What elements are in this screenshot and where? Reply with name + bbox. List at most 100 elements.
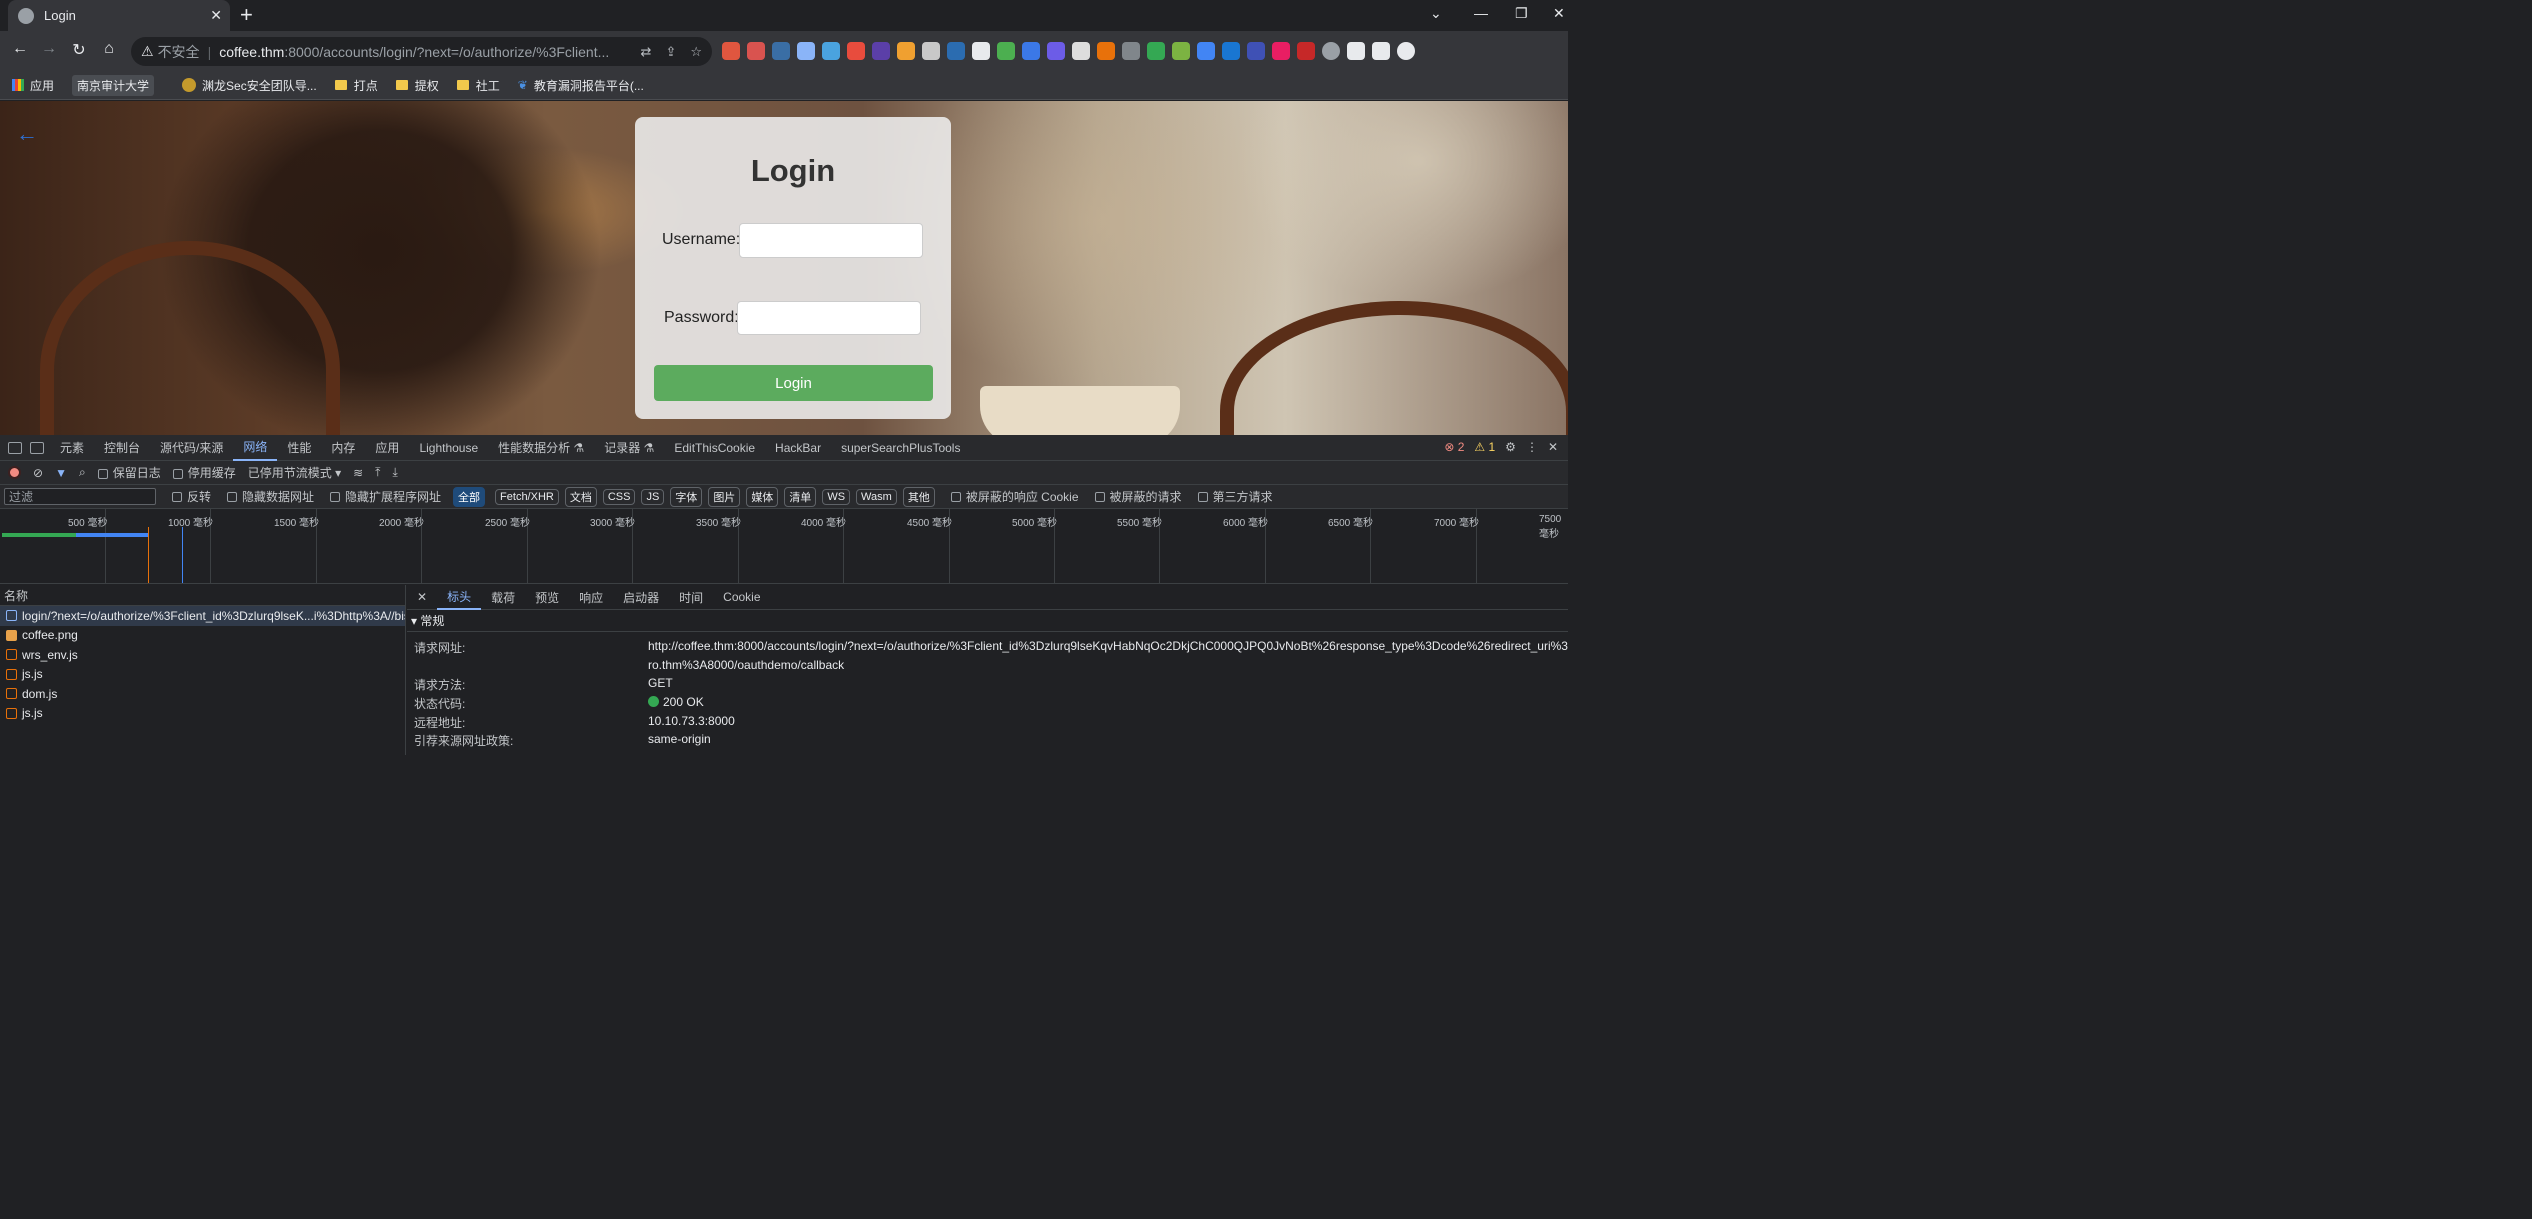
new-tab-button[interactable]: +	[240, 4, 253, 26]
filter-type-css[interactable]: CSS	[602, 488, 636, 505]
warning-count[interactable]: ⚠ 1	[1474, 440, 1495, 454]
hide-extension-urls-checkbox[interactable]: 隐藏扩展程序网址	[330, 488, 441, 505]
tab-performance[interactable]: 性能	[277, 435, 321, 461]
filter-icon[interactable]: ▼	[55, 466, 67, 480]
filter-input[interactable]: 过滤	[4, 488, 156, 505]
extension-icon[interactable]	[1272, 42, 1290, 60]
filter-type-other[interactable]: 其他	[902, 486, 935, 507]
tab-console[interactable]: 控制台	[94, 435, 150, 461]
extension-icon[interactable]	[822, 42, 840, 60]
tab-elements[interactable]: 元素	[50, 435, 94, 461]
blocked-requests-checkbox[interactable]: 被屏蔽的请求	[1094, 488, 1182, 505]
more-options-icon[interactable]: ⋮	[1526, 440, 1538, 454]
restore-button[interactable]: ❐	[1515, 5, 1528, 22]
request-row[interactable]: js.js	[0, 665, 405, 685]
extension-icon[interactable]	[997, 42, 1015, 60]
request-row[interactable]: login/?next=/o/authorize/%3Fclient_id%3D…	[0, 606, 405, 626]
extension-icon[interactable]	[1122, 42, 1140, 60]
tab-response[interactable]: 响应	[569, 585, 613, 610]
extension-icon[interactable]	[922, 42, 940, 60]
tab-headers[interactable]: 标头	[437, 585, 482, 610]
import-har-icon[interactable]: ⤒	[375, 465, 380, 480]
extension-icon[interactable]	[797, 42, 815, 60]
tab-application[interactable]: 应用	[365, 435, 409, 461]
tab-recorder[interactable]: 记录器 ⚗	[594, 435, 664, 461]
tab-memory[interactable]: 内存	[321, 435, 365, 461]
tab-payload[interactable]: 载荷	[481, 585, 525, 610]
error-count[interactable]: ⊗ 2	[1444, 440, 1464, 454]
throttle-select[interactable]: 已停用节流模式 ▾	[248, 464, 341, 481]
close-tab-icon[interactable]: ✕	[210, 7, 222, 24]
request-row[interactable]: js.js	[0, 704, 405, 724]
filter-type-manifest[interactable]: 清单	[784, 486, 817, 507]
forward-icon[interactable]: →	[38, 40, 60, 58]
tab-network[interactable]: 网络	[233, 435, 278, 461]
request-row[interactable]: coffee.png	[0, 626, 405, 646]
filter-type-doc[interactable]: 文档	[564, 486, 597, 507]
tab-editthiscookie[interactable]: EditThisCookie	[664, 435, 765, 461]
bookmark-folder[interactable]: 打点	[334, 77, 378, 94]
disable-cache-checkbox[interactable]: 停用缓存	[172, 464, 236, 481]
side-panel-icon[interactable]	[1372, 42, 1390, 60]
filter-type-font[interactable]: 字体	[670, 486, 703, 507]
record-icon[interactable]	[8, 466, 21, 479]
extension-icon[interactable]	[1247, 42, 1265, 60]
export-har-icon[interactable]: ⤓	[392, 465, 397, 480]
minimize-button[interactable]: —	[1474, 5, 1488, 21]
home-icon[interactable]: ⌂	[98, 40, 120, 58]
tab-timing[interactable]: 时间	[669, 585, 713, 610]
bookmark-item[interactable]: 渊龙Sec安全团队导...	[182, 77, 317, 94]
bookmark-apps[interactable]: 应用	[12, 77, 54, 94]
extension-icon[interactable]	[1197, 42, 1215, 60]
tab-search-icon[interactable]: ⌄	[1430, 5, 1442, 22]
extension-icon[interactable]	[872, 42, 890, 60]
extension-icon[interactable]	[1222, 42, 1240, 60]
puzzle-icon[interactable]	[1347, 42, 1365, 60]
extension-icon[interactable]	[722, 42, 740, 60]
extension-icon[interactable]	[1147, 42, 1165, 60]
browser-tab[interactable]: Login ✕	[8, 0, 230, 31]
filter-type-all[interactable]: 全部	[453, 486, 486, 507]
network-timeline[interactable]: 500 毫秒 1000 毫秒 1500 毫秒 2000 毫秒 2500 毫秒 3…	[0, 509, 1568, 584]
tab-initiator[interactable]: 启动器	[613, 585, 669, 610]
filter-type-js[interactable]: JS	[641, 488, 665, 505]
close-window-button[interactable]: ✕	[1553, 5, 1565, 22]
extension-icon[interactable]	[897, 42, 915, 60]
settings-gear-icon[interactable]: ⚙	[1505, 440, 1516, 454]
blocked-cookies-checkbox[interactable]: 被屏蔽的响应 Cookie	[950, 488, 1079, 505]
extension-icon[interactable]	[847, 42, 865, 60]
clear-icon[interactable]: ⊘	[33, 466, 43, 480]
username-input[interactable]	[739, 223, 923, 258]
bookmark-star-icon[interactable]: ☆	[690, 44, 702, 60]
bookmark-item[interactable]: ❦ 教育漏洞报告平台(...	[518, 77, 644, 94]
request-row[interactable]: wrs_env.js	[0, 645, 405, 665]
request-row[interactable]: dom.js	[0, 684, 405, 704]
bookmark-item[interactable]: 南京审计大学	[72, 74, 155, 96]
invert-checkbox[interactable]: 反转	[172, 488, 211, 505]
tab-lighthouse[interactable]: Lighthouse	[409, 435, 488, 461]
general-section-toggle[interactable]: ▾ 常规	[407, 610, 1568, 632]
filter-type-wasm[interactable]: Wasm	[856, 488, 897, 505]
extension-icon[interactable]	[772, 42, 790, 60]
password-input[interactable]	[737, 301, 921, 335]
extension-icon[interactable]	[947, 42, 965, 60]
third-party-checkbox[interactable]: 第三方请求	[1197, 488, 1273, 505]
extension-icon[interactable]	[1322, 42, 1340, 60]
tab-performance-insights[interactable]: 性能数据分析 ⚗	[488, 435, 594, 461]
tab-preview[interactable]: 预览	[525, 585, 569, 610]
bookmark-folder[interactable]: 提权	[395, 77, 439, 94]
extension-icon[interactable]	[1297, 42, 1315, 60]
close-devtools-icon[interactable]: ✕	[1548, 440, 1558, 454]
extension-icon[interactable]	[747, 42, 765, 60]
translate-icon[interactable]: ⇄	[641, 44, 652, 60]
name-column-header[interactable]: 名称	[0, 585, 405, 606]
tab-hackbar[interactable]: HackBar	[765, 435, 831, 461]
inspect-icon[interactable]	[8, 441, 22, 454]
address-bar[interactable]: ⚠ 不安全 | coffee.thm :8000/accounts/login/…	[131, 37, 712, 66]
filter-type-ws[interactable]: WS	[822, 488, 851, 505]
extension-icon[interactable]	[1047, 42, 1065, 60]
tab-sources[interactable]: 源代码/来源	[150, 435, 233, 461]
close-details-icon[interactable]: ✕	[407, 585, 437, 610]
filter-type-fetch[interactable]: Fetch/XHR	[495, 488, 559, 505]
back-arrow-link[interactable]: ←	[16, 121, 38, 147]
